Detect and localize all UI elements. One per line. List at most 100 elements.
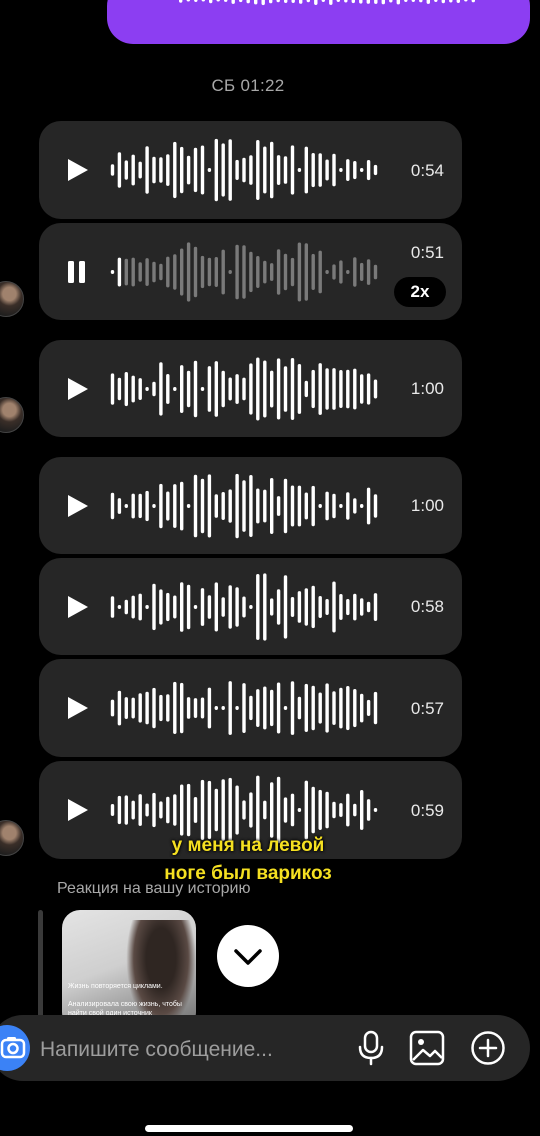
waveform-bar <box>228 585 232 629</box>
waveform-bar <box>159 483 163 529</box>
waveform-bar <box>173 254 177 290</box>
play-icon[interactable] <box>63 593 91 621</box>
avatar[interactable] <box>0 281 24 317</box>
waveform-bar <box>214 494 218 518</box>
voice-message-playing[interactable]: 0:51 2x <box>39 223 462 320</box>
gallery-button[interactable] <box>408 1028 446 1068</box>
waveform-bar <box>297 364 302 414</box>
waveform-bar <box>269 0 273 4</box>
waveform-bar <box>228 139 232 201</box>
waveform-bar <box>138 693 142 723</box>
waveform-bar <box>321 0 325 2</box>
waveform-bar <box>353 161 357 180</box>
waveform-bar <box>131 595 135 619</box>
waveform-bar <box>152 156 156 184</box>
waveform-bar <box>249 605 253 609</box>
waveform-bar <box>263 489 267 523</box>
waveform-bar <box>152 504 156 508</box>
waveform-bar <box>246 0 250 4</box>
playback-speed-button[interactable]: 2x <box>394 277 446 307</box>
waveform <box>110 681 378 735</box>
waveform-bar <box>228 270 232 274</box>
camera-button[interactable] <box>0 1025 30 1071</box>
voice-message[interactable]: 0:57 <box>39 659 462 757</box>
waveform-bar <box>186 697 191 719</box>
play-icon[interactable] <box>63 375 91 403</box>
waveform-bar <box>117 152 122 188</box>
waveform-bar <box>339 687 343 729</box>
voice-duration: 0:57 <box>410 699 444 718</box>
waveform-bar <box>366 0 370 4</box>
waveform-bar <box>186 584 191 630</box>
waveform-bar <box>145 387 149 391</box>
message-timestamp: СБ 01:22 <box>211 76 285 95</box>
waveform-bar <box>339 594 343 620</box>
waveform-bar <box>366 699 371 716</box>
sent-voice-message[interactable] <box>107 0 530 44</box>
waveform-bar <box>242 157 246 183</box>
voice-message[interactable]: 1:00 <box>39 340 462 437</box>
waveform-bar <box>353 498 357 514</box>
waveform-bar <box>166 154 170 186</box>
waveform-bar <box>159 263 163 281</box>
waveform-bar <box>366 799 371 821</box>
scroll-down-button[interactable] <box>217 925 279 987</box>
waveform-bar <box>173 595 177 619</box>
waveform-bar <box>200 145 205 195</box>
waveform-bar <box>270 478 274 534</box>
waveform-bar <box>346 270 350 274</box>
waveform-bar <box>138 378 142 400</box>
add-button[interactable] <box>469 1028 507 1068</box>
waveform-bar <box>336 0 340 2</box>
waveform-bar <box>207 687 212 729</box>
voice-duration: 1:00 <box>410 496 444 515</box>
waveform-bar <box>186 783 191 837</box>
voice-message[interactable]: 0:54 <box>39 121 462 219</box>
waveform-bar <box>124 697 128 719</box>
waveform <box>110 473 378 539</box>
microphone-button[interactable] <box>352 1028 390 1068</box>
waveform-bar <box>193 698 198 718</box>
reply-indicator-line <box>38 910 43 1020</box>
waveform-bar <box>173 681 177 734</box>
waveform-bar <box>366 373 371 405</box>
waveform-bar <box>276 776 281 844</box>
voice-message[interactable]: 1:00 <box>39 457 462 554</box>
play-icon[interactable] <box>63 492 91 520</box>
waveform-bar <box>311 369 315 409</box>
waveform-bar <box>353 689 357 728</box>
message-input[interactable] <box>38 1032 342 1068</box>
waveform-bar <box>389 0 393 3</box>
waveform-bar <box>186 155 191 185</box>
waveform-bar <box>138 493 142 519</box>
waveform-bar <box>276 589 281 625</box>
play-icon[interactable] <box>63 796 91 824</box>
waveform-bar <box>290 681 295 735</box>
waveform-bar <box>360 374 364 404</box>
waveform-bar <box>283 575 288 639</box>
waveform-bar <box>270 689 274 727</box>
waveform-bar <box>261 0 265 6</box>
waveform-bar <box>117 377 122 401</box>
pause-icon[interactable] <box>63 258 91 286</box>
voice-message[interactable]: 0:58 <box>39 558 462 655</box>
waveform-bar <box>325 791 329 829</box>
waveform-bar <box>284 0 288 3</box>
waveform-bar <box>339 370 343 408</box>
waveform-bar <box>249 475 253 537</box>
play-icon[interactable] <box>63 694 91 722</box>
waveform-bar <box>276 249 281 295</box>
waveform-bar <box>283 156 288 184</box>
waveform-bar <box>117 498 122 514</box>
waveform-bar <box>346 369 350 409</box>
waveform-bar <box>173 794 177 826</box>
play-icon[interactable] <box>63 156 91 184</box>
waveform-bar <box>180 248 184 296</box>
waveform-bar <box>159 589 163 625</box>
waveform-bar <box>256 689 260 727</box>
waveform-bar <box>263 360 267 418</box>
waveform-bar <box>200 478 205 534</box>
story-thumbnail[interactable]: Жизнь повторяется циклами. Анализировала… <box>62 910 196 1030</box>
waveform-bar <box>200 779 205 840</box>
avatar[interactable] <box>0 397 24 433</box>
